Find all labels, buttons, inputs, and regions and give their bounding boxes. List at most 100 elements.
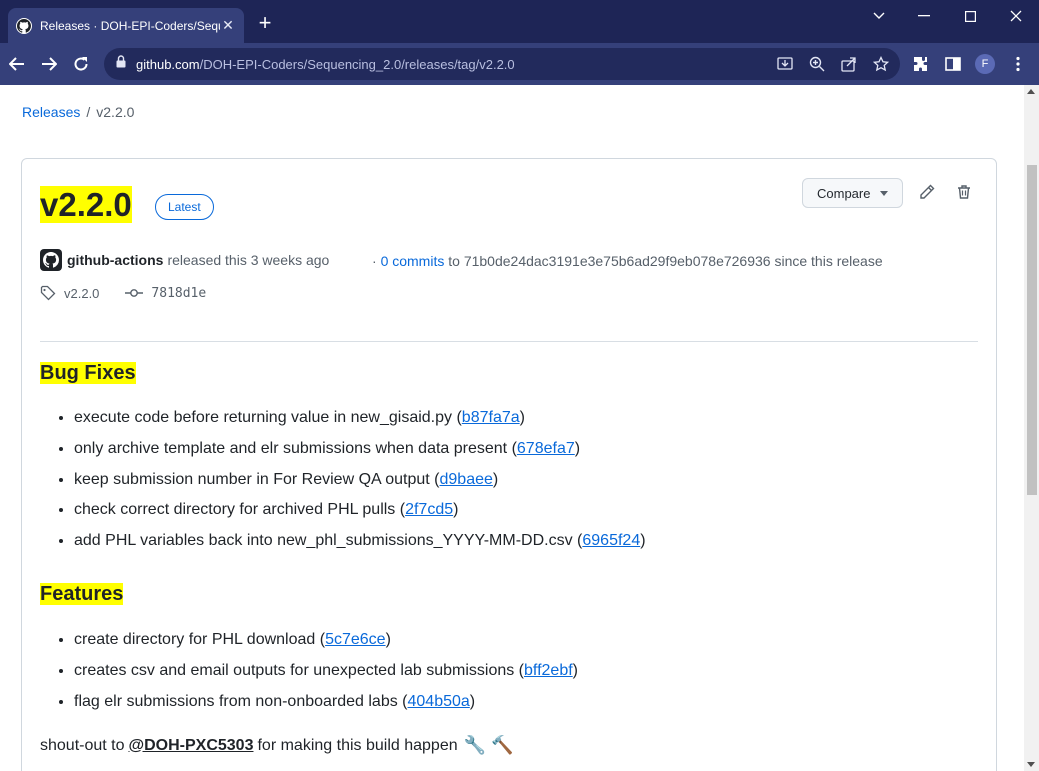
tab-close-icon[interactable]: ✕ (220, 17, 236, 34)
zoom-icon[interactable] (808, 55, 826, 73)
commit-link[interactable]: 404b50a (408, 693, 470, 710)
commit-icon (125, 285, 144, 301)
bookmark-star-icon[interactable] (872, 55, 890, 73)
url-host: github.com (136, 56, 200, 72)
release-title: v2.2.0 (40, 186, 132, 224)
window-close-icon[interactable] (993, 0, 1039, 32)
caret-down-icon (880, 190, 889, 196)
item-text: keep submission number in For Review QA … (74, 470, 440, 488)
share-icon[interactable] (840, 55, 858, 73)
commit-ref[interactable]: 7818d1e (125, 285, 206, 301)
list-item: keep submission number in For Review QA … (74, 465, 646, 496)
shoutout: shout-out to @DOH-PXC5303 for making thi… (40, 735, 513, 756)
features-heading-text: Features (40, 583, 124, 605)
bug-fixes-list: execute code before returning value in n… (74, 403, 646, 557)
maximize-icon[interactable] (947, 0, 993, 32)
commit-link[interactable]: 5c7e6ce (325, 631, 386, 648)
url-text: github.com/DOH-EPI-Coders/Sequencing_2.0… (136, 57, 515, 72)
commits-since: · 0 commits to 71b0de24dac3191e3e75b6ad2… (372, 253, 883, 269)
back-icon[interactable] (5, 52, 29, 76)
commit-link[interactable]: 6965f24 (582, 532, 640, 549)
menu-icon[interactable] (1008, 54, 1028, 74)
breadcrumb: Releases / v2.2.0 (22, 104, 134, 120)
url-path: /DOH-EPI-Coders/Sequencing_2.0/releases/… (199, 56, 515, 72)
list-item: add PHL variables back into new_phl_subm… (74, 526, 646, 557)
commit-link[interactable]: 2f7cd5 (405, 501, 453, 518)
item-close: ) (640, 532, 646, 550)
mention-link[interactable]: @DOH-PXC5303 (129, 737, 254, 755)
item-close: ) (574, 439, 581, 457)
tab-bar: Releases · DOH-EPI-Coders/Sequencing_2.0… (0, 0, 1039, 43)
tools-emoji-icon: 🔧 🔨 (463, 735, 514, 755)
item-text: creates csv and email outputs for unexpe… (74, 661, 525, 679)
tag-name: v2.2.0 (64, 285, 100, 301)
new-tab-icon[interactable]: + (254, 12, 276, 35)
release-meta: github-actions released this 3 weeks ago (40, 249, 329, 271)
tab-title: Releases · DOH-EPI-Coders/Sequencing_2.0 (40, 18, 220, 33)
page-content: Releases / v2.2.0 v2.2.0 Latest Compare gi… (0, 85, 1024, 771)
compare-button[interactable]: Compare (802, 178, 904, 208)
browser-tab[interactable]: Releases · DOH-EPI-Coders/Sequencing_2.0… (8, 8, 244, 43)
commit-sha: 7818d1e (151, 285, 207, 301)
commits-prefix: · (372, 253, 377, 269)
scroll-up-arrow-icon[interactable] (1027, 89, 1035, 94)
edit-pencil-icon[interactable] (916, 181, 938, 203)
shoutout-prefix: shout-out to (40, 736, 125, 754)
item-text: check correct directory for archived PHL… (74, 501, 406, 519)
commits-suffix: to 71b0de24dac3191e3e75b6ad29f9eb078e726… (448, 253, 883, 269)
compare-label: Compare (817, 185, 871, 201)
commit-link[interactable]: d9baee (440, 471, 493, 488)
tag-ref[interactable]: v2.2.0 (40, 285, 99, 301)
commits-link[interactable]: 0 commits (381, 253, 445, 269)
breadcrumb-current: v2.2.0 (96, 104, 135, 120)
commit-link[interactable]: 678efa7 (517, 440, 575, 457)
item-close: ) (519, 409, 525, 426)
address-bar[interactable]: github.com/DOH-EPI-Coders/Sequencing_2.0… (104, 48, 900, 80)
item-text: only archive template and elr submission… (74, 439, 517, 457)
minimize-icon[interactable] (901, 0, 947, 32)
bug-fixes-heading: Bug Fixes (40, 362, 136, 385)
item-close: ) (469, 692, 476, 710)
chevron-down-icon[interactable] (856, 0, 902, 32)
profile-avatar[interactable]: F (975, 54, 995, 74)
reload-icon[interactable] (69, 52, 93, 76)
list-item: only archive template and elr submission… (74, 434, 646, 465)
item-text: add PHL variables back into new_phl_subm… (74, 532, 583, 550)
side-panel-icon[interactable] (943, 54, 963, 74)
forward-icon[interactable] (37, 52, 61, 76)
commit-link[interactable]: bff2ebf (524, 662, 573, 679)
features-heading: Features (40, 583, 124, 606)
list-item: execute code before returning value in n… (74, 403, 646, 434)
install-app-icon[interactable] (776, 55, 794, 73)
trash-icon[interactable] (953, 181, 975, 203)
features-list: create directory for PHL download (5c7e6… (74, 625, 578, 717)
lock-icon (116, 55, 126, 73)
list-item: creates csv and email outputs for unexpe… (74, 656, 578, 687)
list-item: create directory for PHL download (5c7e6… (74, 625, 578, 656)
browser-toolbar: github.com/DOH-EPI-Coders/Sequencing_2.0… (0, 43, 1039, 85)
extensions-icon[interactable] (911, 54, 931, 74)
scroll-down-arrow-icon[interactable] (1027, 762, 1035, 767)
page-scrollbar[interactable] (1024, 85, 1039, 771)
commit-link[interactable]: b87fa7a (462, 409, 520, 426)
list-item: flag elr submissions from non-onboarded … (74, 687, 578, 718)
item-close: ) (492, 470, 499, 488)
released-text: released this 3 weeks ago (167, 252, 330, 268)
item-text: execute code before returning value in n… (74, 409, 462, 426)
release-refs: v2.2.0 7818d1e (40, 285, 232, 301)
bug-fixes-heading-text: Bug Fixes (40, 362, 136, 384)
release-title-text: v2.2.0 (40, 186, 132, 223)
breadcrumb-releases-link[interactable]: Releases (22, 104, 80, 120)
item-text: flag elr submissions from non-onboarded … (74, 692, 408, 710)
item-text: create directory for PHL download ( (74, 631, 326, 648)
github-actions-avatar[interactable] (40, 249, 62, 271)
release-card: v2.2.0 Latest Compare github-actions rel… (21, 158, 997, 771)
breadcrumb-separator: / (86, 104, 91, 120)
shoutout-suffix: for making this build happen (257, 736, 458, 754)
author-link[interactable]: github-actions (67, 252, 163, 268)
item-close: ) (572, 661, 578, 679)
github-icon (16, 17, 32, 34)
list-item: check correct directory for archived PHL… (74, 495, 646, 526)
scrollbar-thumb[interactable] (1027, 165, 1037, 495)
item-close: ) (453, 501, 459, 519)
